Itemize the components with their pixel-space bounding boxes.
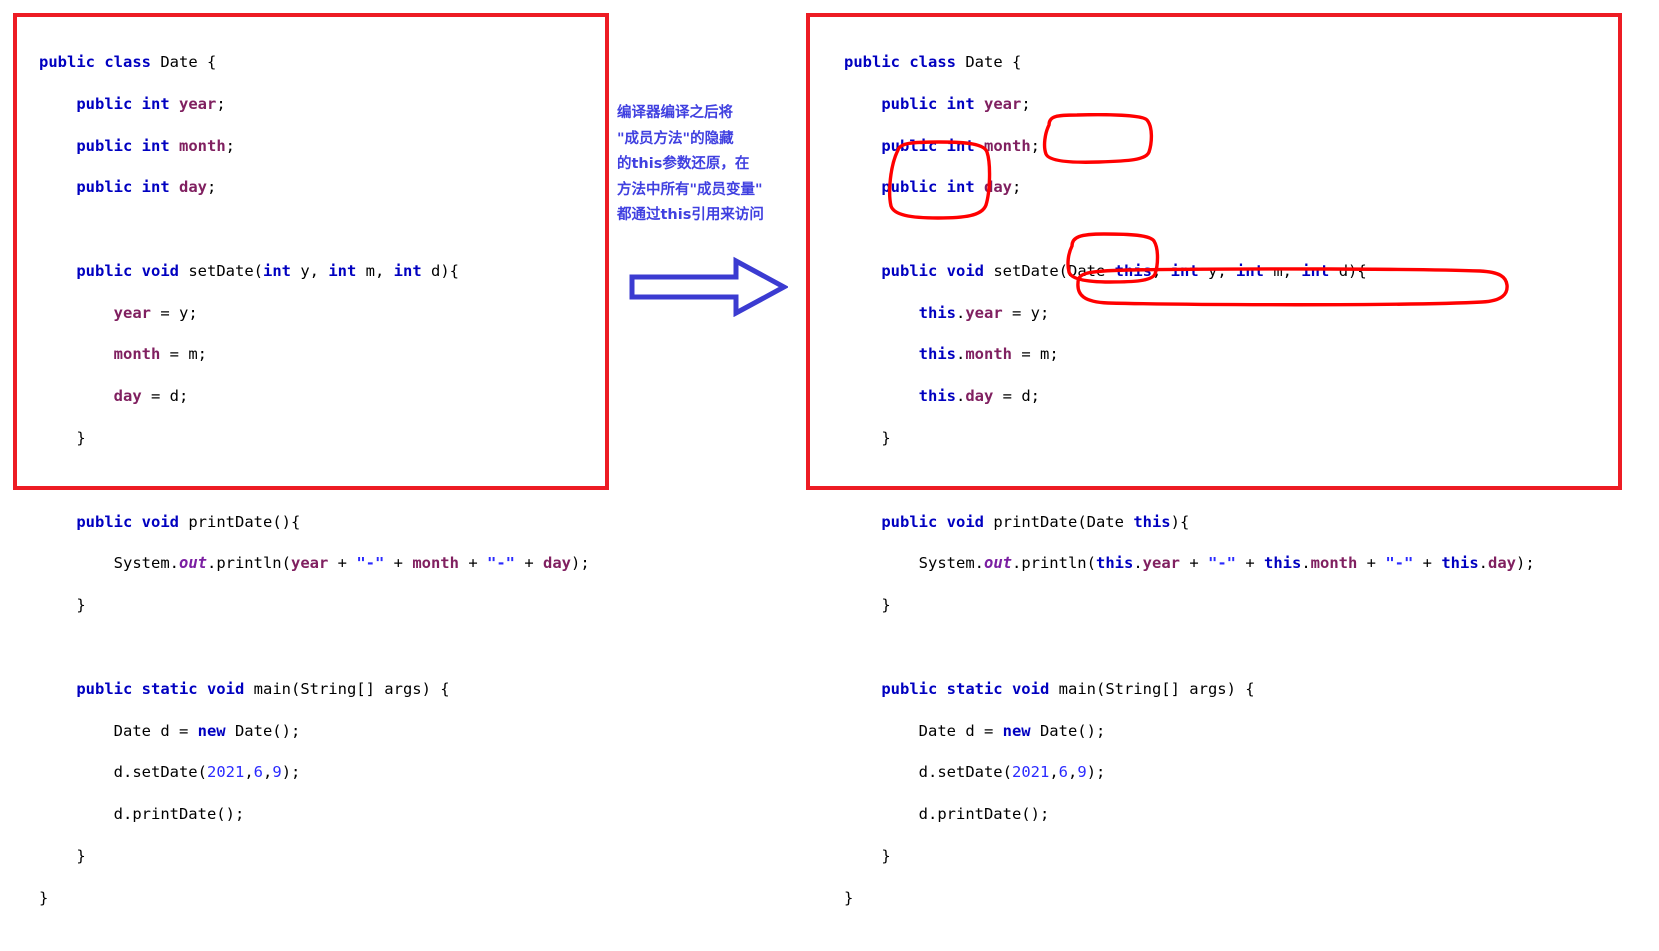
code-line: d.setDate(2021,6,9);	[844, 763, 1106, 782]
code-line: }	[39, 847, 86, 866]
left-code-block: public class Date { public int year; pub…	[17, 17, 590, 951]
right-code-panel: public class Date { public int year; pub…	[806, 13, 1622, 907]
code-line: Date d = new Date();	[39, 721, 301, 740]
note-line-2: "成员方法"的隐藏	[617, 130, 734, 147]
code-line: }	[844, 888, 854, 907]
note-line-3: 的this参数还原，在	[617, 156, 750, 172]
code-line: }	[39, 596, 86, 615]
code-line: public int year;	[881, 94, 1031, 113]
code-line: d.printDate();	[39, 805, 245, 824]
code-line: d.setDate(2021,6,9);	[39, 763, 301, 782]
code-line: public class Date {	[844, 52, 1022, 71]
code-line: System.out.println(year + "-" + month + …	[39, 554, 590, 573]
code-line: public int day;	[76, 178, 217, 197]
code-line: }	[844, 847, 891, 866]
note-line-1: 编译器编译之后将	[617, 105, 733, 121]
right-code-block: public class Date { public int year; pub…	[810, 17, 1535, 951]
code-line: year = y;	[113, 303, 198, 322]
code-line: Date d = new Date();	[844, 721, 1106, 740]
code-line: public void printDate(){	[76, 512, 301, 531]
explanatory-note: 编译器编译之后将 "成员方法"的隐藏 的this参数还原，在 方法中所有"成员变…	[617, 101, 803, 229]
code-line: this.month = m;	[918, 345, 1059, 364]
left-code-panel: public class Date { public int year; pub…	[13, 13, 609, 907]
code-line: }	[844, 429, 891, 448]
transform-arrow-icon	[629, 256, 788, 317]
code-line: System.out.println(this.year + "-" + thi…	[844, 554, 1535, 573]
code-line: public int year;	[76, 94, 226, 113]
note-line-5: 都通过this引用来访问	[617, 207, 764, 223]
code-line: }	[39, 888, 49, 907]
code-line: public int day;	[881, 178, 1022, 197]
code-line: public int month;	[76, 136, 236, 155]
code-line: public void setDate(int y, int m, int d)…	[76, 261, 460, 280]
code-line: day = d;	[113, 387, 189, 406]
code-line: public class Date {	[39, 52, 217, 71]
code-line: month = m;	[113, 345, 207, 364]
code-line: }	[844, 596, 891, 615]
note-line-4: 方法中所有"成员变量"	[617, 181, 763, 198]
code-line: public int month;	[881, 136, 1041, 155]
code-line: this.year = y;	[918, 303, 1050, 322]
code-line: public static void main(String[] args) {	[881, 679, 1255, 698]
code-line: public void setDate(Date this, int y, in…	[881, 261, 1367, 280]
code-line: this.day = d;	[918, 387, 1040, 406]
code-line: public static void main(String[] args) {	[76, 679, 450, 698]
code-line: public void printDate(Date this){	[881, 512, 1190, 531]
code-line: d.printDate();	[844, 805, 1050, 824]
code-line: }	[39, 429, 86, 448]
